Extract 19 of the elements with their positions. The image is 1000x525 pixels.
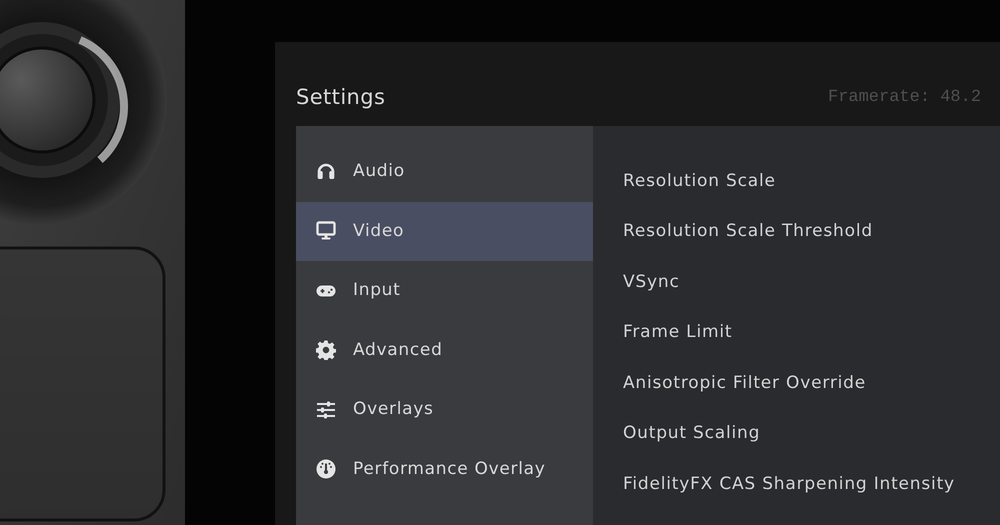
setting-option[interactable]: Output Scaling	[623, 421, 760, 446]
sidebar-item[interactable]: Overlays	[296, 380, 593, 440]
sidebar-item[interactable]: Audio	[296, 142, 593, 202]
setting-option[interactable]: Resolution Scale	[623, 168, 776, 194]
setting-option[interactable]: VSync	[623, 270, 680, 295]
sidebar-item[interactable]: Video	[296, 202, 593, 261]
setting-option[interactable]: Resolution Scale Threshold	[623, 219, 873, 244]
sidebar-item[interactable]: Advanced	[296, 320, 593, 380]
setting-option[interactable]: Anisotropic Filter Override	[623, 370, 866, 396]
setting-option[interactable]: FidelityFX CAS Sharpening Intensity	[623, 472, 955, 497]
headphones-icon	[316, 162, 336, 182]
gauge-icon	[316, 459, 336, 480]
sidebar-item[interactable]: Performance Overlay	[296, 440, 593, 499]
sidebar-item[interactable]: Input	[296, 261, 593, 320]
monitor-icon	[316, 221, 336, 242]
setting-option[interactable]: Frame Limit	[623, 320, 732, 346]
window-title: Settings	[296, 87, 386, 108]
sliders-icon	[316, 400, 336, 420]
gear-icon	[316, 340, 336, 360]
